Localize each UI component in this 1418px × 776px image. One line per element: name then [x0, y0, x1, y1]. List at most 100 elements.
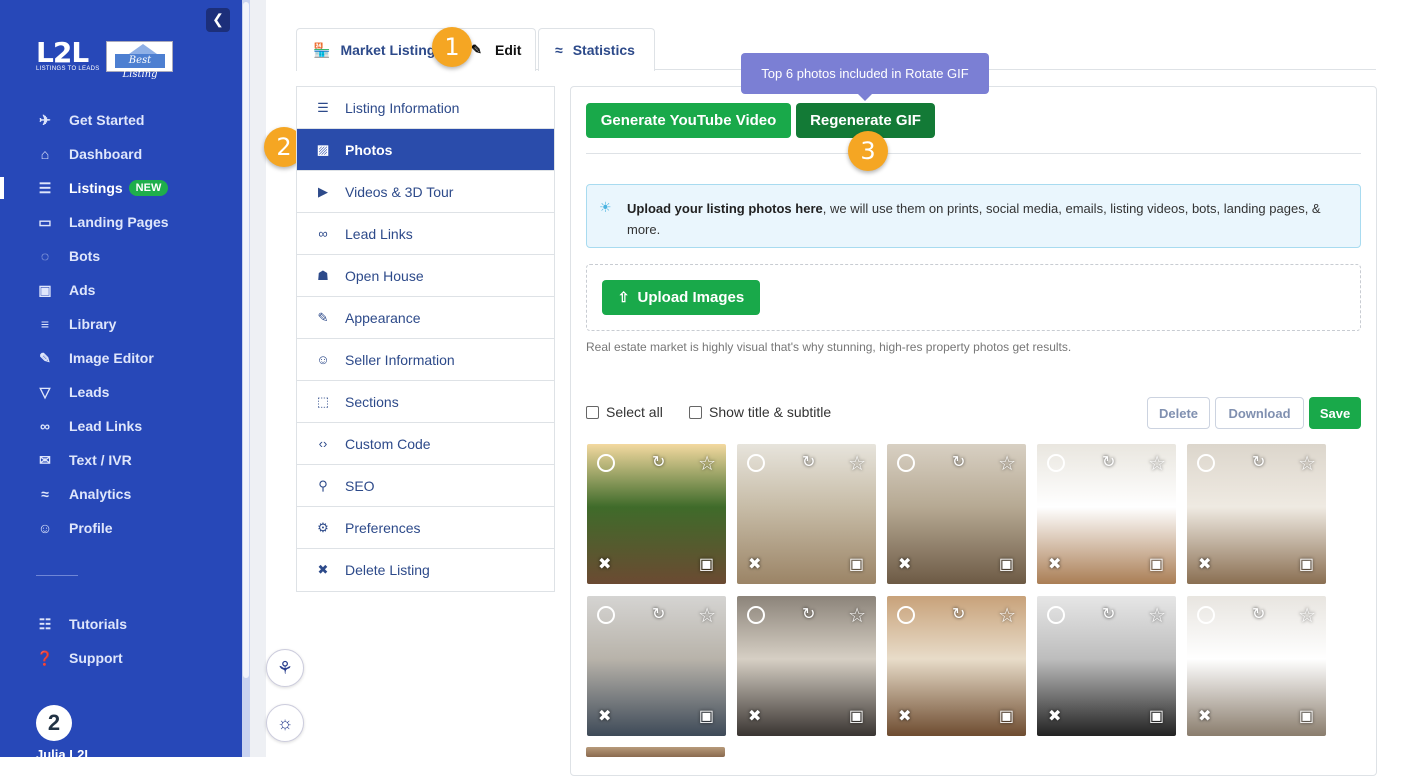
- select-circle-icon[interactable]: [897, 606, 915, 624]
- rotate-icon[interactable]: ↻: [952, 452, 965, 472]
- select-circle-icon[interactable]: [747, 454, 765, 472]
- show-title-checkbox[interactable]: Show title & subtitle: [689, 404, 831, 420]
- menu-item-delete-listing[interactable]: ✖ Delete Listing: [297, 549, 554, 591]
- menu-item-lead-links[interactable]: ∞ Lead Links: [297, 213, 554, 255]
- select-circle-icon[interactable]: [747, 606, 765, 624]
- photo-tile-dining-room[interactable]: ↻ ☆ ✖ ▣: [587, 596, 726, 736]
- sidebar-item-landing-pages[interactable]: ▭ Landing Pages: [0, 205, 242, 239]
- save-icon[interactable]: ▣: [999, 554, 1014, 574]
- star-icon[interactable]: ☆: [848, 603, 866, 628]
- menu-item-open-house[interactable]: ☗ Open House: [297, 255, 554, 297]
- save-icon[interactable]: ▣: [1299, 554, 1314, 574]
- photo-tile-kitchen[interactable]: ↻ ☆ ✖ ▣: [1037, 596, 1176, 736]
- sidebar-item-profile[interactable]: ☺ Profile: [0, 511, 242, 545]
- trash-icon[interactable]: ✖: [598, 554, 611, 574]
- save-icon[interactable]: ▣: [849, 554, 864, 574]
- select-circle-icon[interactable]: [597, 454, 615, 472]
- upload-images-button[interactable]: ⇧ Upload Images: [602, 280, 760, 315]
- save-icon[interactable]: ▣: [699, 706, 714, 726]
- sidebar-item-dashboard[interactable]: ⌂ Dashboard: [0, 137, 242, 171]
- sidebar-item-image-editor[interactable]: ✎ Image Editor: [0, 341, 242, 375]
- star-icon[interactable]: ☆: [998, 603, 1016, 628]
- sidebar-item-get-started[interactable]: ✈ Get Started: [0, 103, 242, 137]
- rotate-icon[interactable]: ↻: [1252, 452, 1265, 472]
- download-button[interactable]: Download: [1215, 397, 1304, 429]
- save-icon[interactable]: ▣: [849, 706, 864, 726]
- star-icon[interactable]: ☆: [1148, 451, 1166, 476]
- rotate-icon[interactable]: ↻: [1102, 604, 1115, 624]
- save-icon[interactable]: ▣: [1149, 554, 1164, 574]
- menu-item-appearance[interactable]: ✎ Appearance: [297, 297, 554, 339]
- menu-item-photos[interactable]: ▨ Photos: [297, 129, 554, 171]
- photo-tile-living-room[interactable]: ↻ ☆ ✖ ▣: [887, 596, 1026, 736]
- select-circle-icon[interactable]: [597, 606, 615, 624]
- photo-tile-living-room[interactable]: ↻ ☆ ✖ ▣: [737, 444, 876, 584]
- accessibility-icon[interactable]: ⚘: [266, 649, 304, 687]
- generate-youtube-button[interactable]: Generate YouTube Video: [586, 103, 791, 138]
- photo-tile-kitchen[interactable]: ↻ ☆ ✖ ▣: [1187, 596, 1326, 736]
- star-icon[interactable]: ☆: [698, 451, 716, 476]
- menu-item-seo[interactable]: ⚲ SEO: [297, 465, 554, 507]
- trash-icon[interactable]: ✖: [1198, 554, 1211, 574]
- photo-tile-partial[interactable]: [586, 747, 725, 757]
- photo-tile-living-room[interactable]: ↻ ☆ ✖ ▣: [887, 444, 1026, 584]
- trash-icon[interactable]: ✖: [898, 554, 911, 574]
- trash-icon[interactable]: ✖: [1198, 706, 1211, 726]
- sidebar-item-analytics[interactable]: ≈ Analytics: [0, 477, 242, 511]
- sidebar-item-leads[interactable]: ▽ Leads: [0, 375, 242, 409]
- rotate-icon[interactable]: ↻: [802, 452, 815, 472]
- photo-tile-house-exterior[interactable]: ↻ ☆ ✖ ▣: [587, 444, 726, 584]
- lightbulb-icon[interactable]: ☼: [266, 704, 304, 742]
- trash-icon[interactable]: ✖: [1048, 554, 1061, 574]
- sidebar-scrollbar[interactable]: [242, 0, 250, 757]
- photo-tile-living-room[interactable]: ↻ ☆ ✖ ▣: [1187, 444, 1326, 584]
- checkbox-box[interactable]: [689, 405, 702, 419]
- menu-item-custom-code[interactable]: ‹› Custom Code: [297, 423, 554, 465]
- rotate-icon[interactable]: ↻: [802, 604, 815, 624]
- rotate-icon[interactable]: ↻: [652, 452, 665, 472]
- checkbox-box[interactable]: [586, 405, 599, 419]
- sidebar-item-text-ivr[interactable]: ✉ Text / IVR: [0, 443, 242, 477]
- save-icon[interactable]: ▣: [1299, 706, 1314, 726]
- trash-icon[interactable]: ✖: [1048, 706, 1061, 726]
- star-icon[interactable]: ☆: [698, 603, 716, 628]
- star-icon[interactable]: ☆: [1298, 451, 1316, 476]
- sidebar-item-library[interactable]: ≡ Library: [0, 307, 242, 341]
- trash-icon[interactable]: ✖: [748, 706, 761, 726]
- tab-market-listing[interactable]: 🏪 Market Listing ✎ Edit: [296, 28, 536, 71]
- photo-tile-loft[interactable]: ↻ ☆ ✖ ▣: [737, 596, 876, 736]
- avatar[interactable]: 2: [36, 705, 72, 741]
- sidebar-item-ads[interactable]: ▣ Ads: [0, 273, 242, 307]
- menu-item-listing-information[interactable]: ☰ Listing Information: [297, 87, 554, 129]
- star-icon[interactable]: ☆: [848, 451, 866, 476]
- delete-button[interactable]: Delete: [1147, 397, 1210, 429]
- save-icon[interactable]: ▣: [699, 554, 714, 574]
- save-icon[interactable]: ▣: [999, 706, 1014, 726]
- rotate-icon[interactable]: ↻: [952, 604, 965, 624]
- menu-item-preferences[interactable]: ⚙ Preferences: [297, 507, 554, 549]
- rotate-icon[interactable]: ↻: [652, 604, 665, 624]
- tab-edit-label[interactable]: Edit: [495, 42, 521, 58]
- trash-icon[interactable]: ✖: [598, 706, 611, 726]
- select-circle-icon[interactable]: [1047, 454, 1065, 472]
- tab-statistics[interactable]: ≈ Statistics: [538, 28, 655, 71]
- chevron-left-icon[interactable]: ❮: [206, 8, 230, 32]
- rotate-icon[interactable]: ↻: [1102, 452, 1115, 472]
- trash-icon[interactable]: ✖: [748, 554, 761, 574]
- select-all-checkbox[interactable]: Select all: [586, 404, 663, 420]
- trash-icon[interactable]: ✖: [898, 706, 911, 726]
- rotate-icon[interactable]: ↻: [1252, 604, 1265, 624]
- select-circle-icon[interactable]: [897, 454, 915, 472]
- sidebar-item-support[interactable]: ❓ Support: [0, 641, 242, 675]
- select-circle-icon[interactable]: [1047, 606, 1065, 624]
- star-icon[interactable]: ☆: [1148, 603, 1166, 628]
- menu-item-sections[interactable]: ⬚ Sections: [297, 381, 554, 423]
- save-icon[interactable]: ▣: [1149, 706, 1164, 726]
- sidebar-item-bots[interactable]: ◌ Bots: [0, 239, 242, 273]
- select-circle-icon[interactable]: [1197, 606, 1215, 624]
- save-button[interactable]: Save: [1309, 397, 1361, 429]
- menu-item-videos-3d-tour[interactable]: ▶ Videos & 3D Tour: [297, 171, 554, 213]
- sidebar-item-lead-links[interactable]: ∞ Lead Links: [0, 409, 242, 443]
- select-circle-icon[interactable]: [1197, 454, 1215, 472]
- star-icon[interactable]: ☆: [998, 451, 1016, 476]
